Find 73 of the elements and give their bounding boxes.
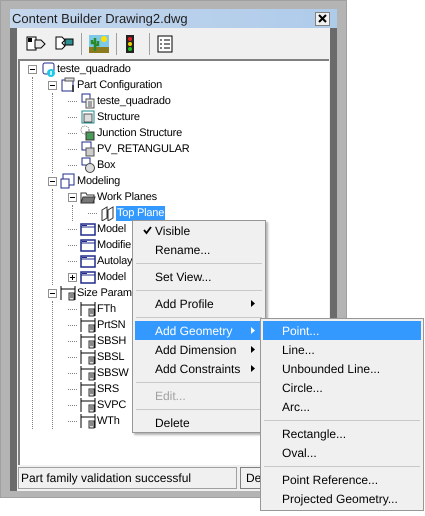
- menu-item[interactable]: Set View...: [135, 267, 263, 286]
- tree-item[interactable]: WTh: [96, 414, 121, 428]
- tree-item[interactable]: Work Planes: [96, 190, 158, 204]
- tree-item[interactable]: PV_RETANGULAR: [96, 142, 191, 156]
- ruler-icon: [80, 365, 96, 381]
- menu-item[interactable]: Add Dimension: [135, 340, 263, 359]
- menu-item[interactable]: Add Constraints: [135, 359, 263, 378]
- tree-item[interactable]: SRS: [96, 382, 120, 396]
- collapse-toggle[interactable]: [48, 80, 57, 90]
- menu-item[interactable]: Add Profile: [135, 294, 263, 313]
- tree-item[interactable]: SBSH: [96, 334, 128, 348]
- ruler-icon: [80, 301, 96, 317]
- export-icon[interactable]: [25, 34, 47, 54]
- traffic-light-icon[interactable]: [123, 34, 137, 54]
- modeling-icon: [60, 173, 76, 189]
- tree-item[interactable]: Part Configuration: [76, 78, 164, 92]
- tree-item[interactable]: Autolay: [96, 254, 134, 268]
- menu-item[interactable]: Circle...: [263, 378, 421, 397]
- ruler-icon: [80, 333, 96, 349]
- blocks-icon: [80, 141, 96, 157]
- tree-item[interactable]: Box: [96, 158, 116, 172]
- tree-item[interactable]: Structure: [96, 110, 141, 124]
- close-button[interactable]: [315, 12, 330, 26]
- circle-icon: [80, 157, 96, 173]
- collapse-toggle[interactable]: [48, 288, 57, 298]
- tree-item[interactable]: Modeling: [76, 174, 122, 188]
- ruler-icon: [60, 285, 76, 301]
- menu-item[interactable]: Delete: [135, 413, 263, 432]
- close-icon: [318, 14, 327, 23]
- menu-item[interactable]: Rename...: [135, 240, 263, 259]
- tree-item[interactable]: SBSW: [96, 366, 130, 380]
- ruler-icon: [80, 349, 96, 365]
- menu-item[interactable]: Rectangle...: [263, 424, 421, 443]
- menu-item[interactable]: Visible: [135, 221, 263, 240]
- collapse-toggle[interactable]: [28, 64, 37, 74]
- folder-icon: [80, 221, 96, 237]
- status-button[interactable]: De: [240, 467, 261, 489]
- menu-item[interactable]: Line...: [263, 340, 421, 359]
- plane-icon: [100, 205, 116, 221]
- tree-item[interactable]: teste_quadrado: [96, 94, 172, 108]
- document-icon: [80, 93, 96, 109]
- menu-item[interactable]: Point Reference...: [263, 470, 421, 489]
- collapse-toggle[interactable]: [68, 192, 77, 202]
- tree-item[interactable]: PrtSN: [96, 318, 126, 332]
- status-text: Part family validation successful: [18, 467, 237, 489]
- tree-item[interactable]: Modifie: [96, 238, 132, 252]
- window-title: Content Builder Drawing2.dwg: [12, 10, 188, 28]
- tree-item[interactable]: SVPC: [96, 398, 128, 412]
- menu-item[interactable]: Arc...: [263, 397, 421, 416]
- folder-icon: [80, 237, 96, 253]
- tree-item[interactable]: teste_quadrado: [56, 62, 132, 76]
- tree-item[interactable]: Model: [96, 270, 127, 284]
- tree-item[interactable]: Size Param: [76, 286, 133, 300]
- window-icon: [60, 77, 76, 93]
- expand-toggle[interactable]: [68, 272, 77, 282]
- folder-icon: [80, 269, 96, 285]
- cactus-icon[interactable]: [88, 34, 110, 54]
- menu-item[interactable]: Oval...: [263, 443, 421, 462]
- junction-icon: [80, 125, 96, 141]
- ruler-icon: [80, 413, 96, 429]
- ruler-icon: [80, 397, 96, 413]
- list-icon[interactable]: [156, 34, 174, 54]
- tree-item[interactable]: FTh: [96, 302, 117, 316]
- collapse-toggle[interactable]: [48, 176, 57, 186]
- menu-item[interactable]: Projected Geometry...: [263, 489, 421, 508]
- menu-item[interactable]: Unbounded Line...: [263, 359, 421, 378]
- folder-icon: [80, 253, 96, 269]
- ruler-icon: [80, 381, 96, 397]
- tree-item[interactable]: Model: [96, 222, 127, 236]
- ruler-icon: [80, 317, 96, 333]
- tree-item[interactable]: Junction Structure: [96, 126, 184, 140]
- tree-item[interactable]: SBSL: [96, 350, 126, 364]
- cube-icon: [80, 109, 96, 125]
